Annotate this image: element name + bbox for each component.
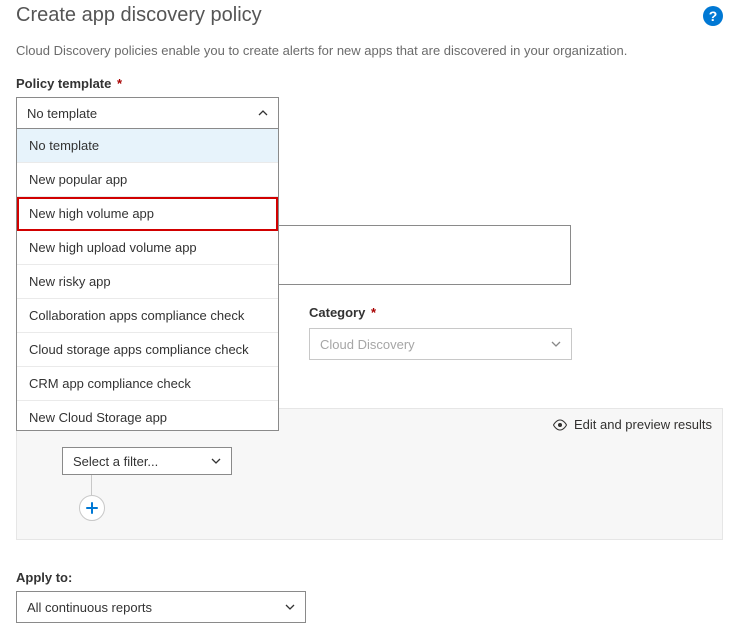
filter-select-label: Select a filter...	[73, 454, 158, 469]
policy-template-option[interactable]: New Cloud Storage app	[17, 401, 278, 431]
help-icon[interactable]: ?	[703, 6, 723, 26]
apply-to-select[interactable]: All continuous reports	[16, 591, 306, 623]
edit-preview-button[interactable]: Edit and preview results	[552, 417, 712, 432]
filter-select[interactable]: Select a filter...	[62, 447, 232, 475]
policy-template-option[interactable]: New high volume app	[17, 197, 278, 231]
apply-to-label: Apply to:	[16, 570, 723, 585]
policy-template-list[interactable]: No templateNew popular appNew high volum…	[16, 129, 279, 431]
category-value: Cloud Discovery	[320, 337, 415, 352]
policy-template-option[interactable]: Cloud storage apps compliance check	[17, 333, 278, 367]
category-label: Category *	[309, 305, 572, 320]
required-asterisk: *	[371, 305, 376, 320]
policy-template-option[interactable]: New risky app	[17, 265, 278, 299]
category-label-text: Category	[309, 305, 365, 320]
plus-icon	[86, 502, 98, 514]
page-title: Create app discovery policy	[16, 4, 262, 27]
policy-template-option[interactable]: Collaboration apps compliance check	[17, 299, 278, 333]
policy-template-label-text: Policy template	[16, 76, 111, 91]
policy-template-option[interactable]: New high upload volume app	[17, 231, 278, 265]
chevron-down-icon	[551, 339, 561, 349]
connector-line	[91, 475, 92, 495]
chevron-down-icon	[211, 456, 221, 466]
page-description: Cloud Discovery policies enable you to c…	[0, 27, 739, 76]
policy-template-selected-value: No template	[27, 106, 97, 121]
add-filter-button[interactable]	[79, 495, 105, 521]
apply-to-value: All continuous reports	[27, 600, 152, 615]
required-asterisk: *	[117, 76, 122, 91]
chevron-down-icon	[285, 602, 295, 612]
policy-template-label: Policy template *	[16, 76, 723, 91]
chevron-up-icon	[258, 108, 268, 118]
eye-icon	[552, 419, 568, 431]
policy-template-option[interactable]: CRM app compliance check	[17, 367, 278, 401]
category-select[interactable]: Cloud Discovery	[309, 328, 572, 360]
policy-template-option[interactable]: No template	[17, 129, 278, 163]
policy-template-trigger[interactable]: No template	[16, 97, 279, 129]
edit-preview-label: Edit and preview results	[574, 417, 712, 432]
policy-template-dropdown[interactable]: No template No templateNew popular appNe…	[16, 97, 279, 129]
policy-template-option[interactable]: New popular app	[17, 163, 278, 197]
